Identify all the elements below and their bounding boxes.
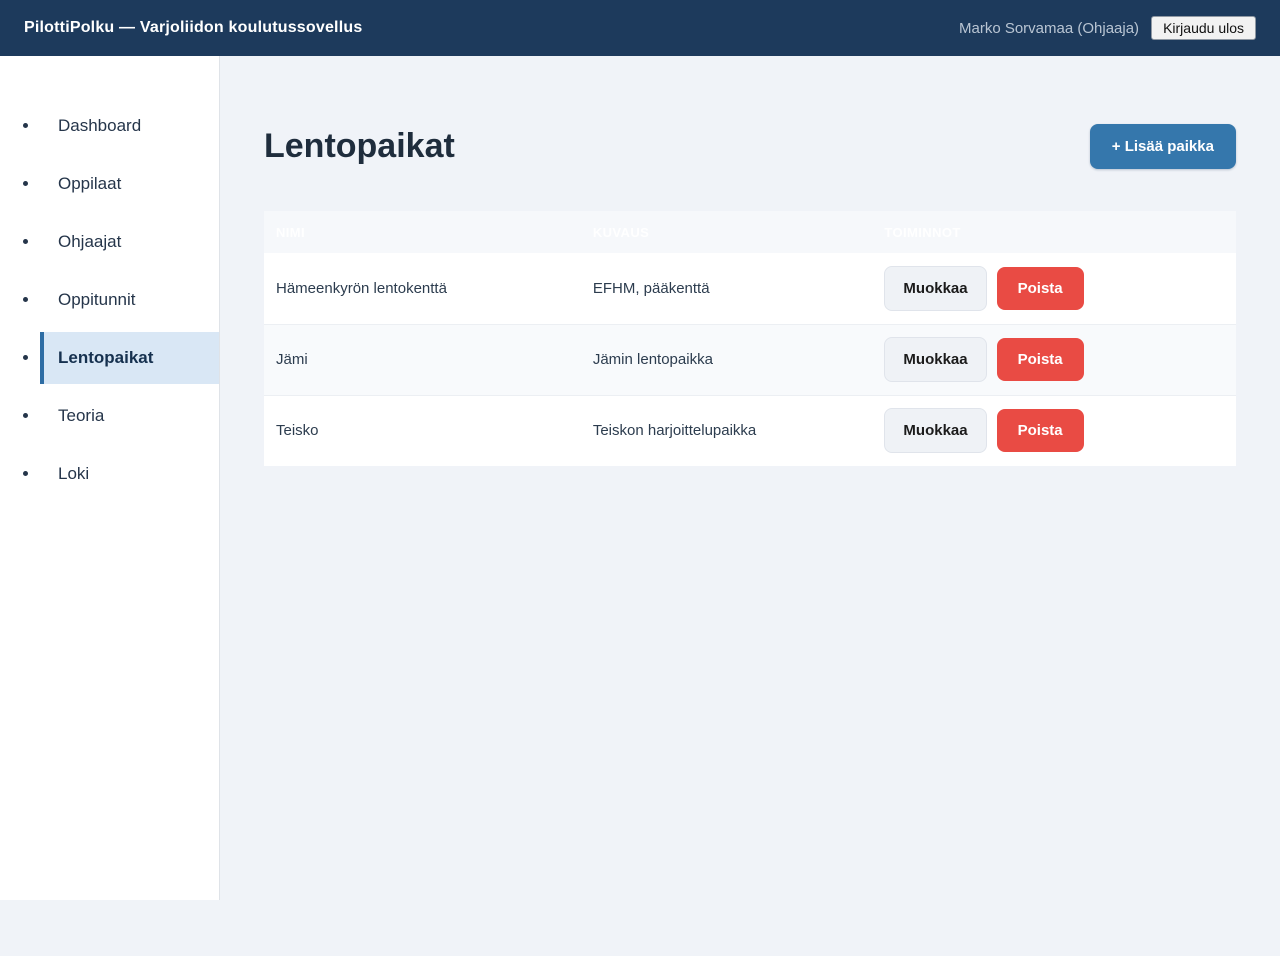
column-header-nimi: NIMI — [264, 211, 581, 253]
place-name: Hämeenkyrön lentokenttä — [264, 253, 581, 324]
main-content: Lentopaikat + Lisää paikka NIMIKUVAUSTOI… — [220, 56, 1280, 956]
place-name: Jämi — [264, 324, 581, 395]
sidebar-item-oppilaat[interactable]: Oppilaat — [40, 158, 219, 210]
place-description: Teiskon harjoittelupaikka — [581, 395, 873, 466]
place-description: Jämin lentopaikka — [581, 324, 873, 395]
top-bar-right: Marko Sorvamaa (Ohjaaja) Kirjaudu ulos — [959, 16, 1256, 40]
sidebar-item-label[interactable]: Oppilaat — [40, 158, 219, 210]
page-layout: DashboardOppilaatOhjaajatOppitunnitLento… — [0, 56, 1280, 956]
sidebar-item-label[interactable]: Oppitunnit — [40, 274, 219, 326]
table-row: TeiskoTeiskon harjoittelupaikkaMuokkaa Po… — [264, 395, 1236, 466]
sidebar-item-teoria[interactable]: Teoria — [40, 390, 219, 442]
user-name: Marko Sorvamaa (Ohjaaja) — [959, 20, 1139, 37]
sidebar: Dashboard Oppilaat Ohjaajat Oppitunnit Lento… — [0, 56, 220, 900]
sidebar-item-label[interactable]: Teoria — [40, 390, 219, 442]
sidebar-item-oppitunnit[interactable]: Oppitunnit — [40, 274, 219, 326]
sidebar-item-label[interactable]: Ohjaajat — [40, 216, 219, 268]
place-actions: Muokkaa Poista — [872, 253, 1236, 324]
place-actions: Muokkaa Poista — [872, 324, 1236, 395]
table-row: Hämeenkyrön lentokenttäEFHM, pääkenttäMu… — [264, 253, 1236, 324]
top-bar: PilottiPolku — Varjoliidon koulutussovel… — [0, 0, 1280, 56]
page-title: Lentopaikat — [264, 127, 455, 166]
sidebar-item-loki[interactable]: Loki — [40, 448, 219, 500]
delete-button[interactable]: Poista — [997, 267, 1084, 310]
table-row: JämiJämin lentopaikkaMuokkaa Poista — [264, 324, 1236, 395]
sidebar-item-lentopaikat[interactable]: Lentopaikat — [40, 332, 219, 384]
sidebar-item-label[interactable]: Dashboard — [40, 100, 219, 152]
sidebar-item-dashboard[interactable]: Dashboard — [40, 100, 219, 152]
delete-button[interactable]: Poista — [997, 338, 1084, 381]
edit-button[interactable]: Muokkaa — [884, 337, 986, 382]
places-table-card: NIMIKUVAUSTOIMINNOT Hämeenkyrön lentoken… — [264, 211, 1236, 466]
place-actions: Muokkaa Poista — [872, 395, 1236, 466]
places-table: NIMIKUVAUSTOIMINNOT Hämeenkyrön lentoken… — [264, 211, 1236, 466]
edit-button[interactable]: Muokkaa — [884, 266, 986, 311]
table-header-row: NIMIKUVAUSTOIMINNOT — [264, 211, 1236, 253]
place-description: EFHM, pääkenttä — [581, 253, 873, 324]
sidebar-nav: Dashboard Oppilaat Ohjaajat Oppitunnit Lento… — [0, 100, 219, 500]
column-header-toiminnot: TOIMINNOT — [872, 211, 1236, 253]
add-place-button[interactable]: + Lisää paikka — [1090, 124, 1236, 169]
place-name: Teisko — [264, 395, 581, 466]
logout-button[interactable]: Kirjaudu ulos — [1151, 16, 1256, 40]
edit-button[interactable]: Muokkaa — [884, 408, 986, 453]
page-header: Lentopaikat + Lisää paikka — [264, 124, 1236, 169]
sidebar-item-label[interactable]: Loki — [40, 448, 219, 500]
sidebar-item-label[interactable]: Lentopaikat — [40, 332, 219, 384]
sidebar-item-ohjaajat[interactable]: Ohjaajat — [40, 216, 219, 268]
delete-button[interactable]: Poista — [997, 409, 1084, 452]
column-header-kuvaus: KUVAUS — [581, 211, 873, 253]
app-title: PilottiPolku — Varjoliidon koulutussovel… — [24, 19, 362, 37]
